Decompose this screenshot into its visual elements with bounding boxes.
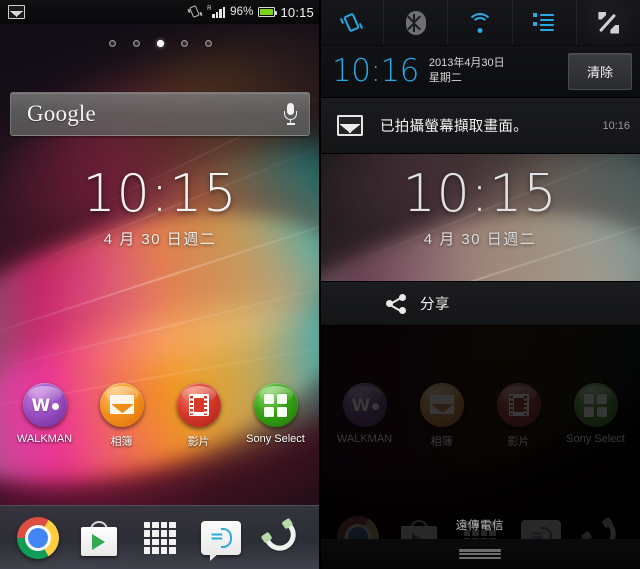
data-transfer-icon (533, 12, 555, 32)
app-label: 相簿 (110, 436, 133, 448)
photo-icon (8, 5, 25, 19)
status-bar[interactable]: R 96% 10:15 (0, 0, 320, 24)
phone-icon (261, 518, 302, 557)
quick-setting-bluetooth[interactable] (384, 0, 449, 45)
preview-clock: 10:15 (402, 164, 558, 224)
drag-handle-grip (459, 549, 501, 559)
walkman-icon: W (22, 383, 67, 427)
dock-item-messaging[interactable]: = (198, 515, 244, 561)
shade-date: 2013年4月30日 (428, 57, 505, 70)
clear-notifications-button[interactable]: 清除 (567, 53, 632, 90)
app-label: Sony Select (246, 433, 305, 445)
walkman-icon: W (342, 383, 387, 427)
screenshot-preview-image: 10:15 4 月 30 日週二 (320, 154, 640, 281)
vibrate-icon (339, 11, 363, 34)
page-indicator (0, 38, 320, 48)
vibrate-icon (187, 5, 203, 19)
shade-clock: 10:16 (332, 53, 419, 89)
panel-divider (319, 0, 321, 569)
dock-item-app-drawer[interactable] (137, 515, 183, 561)
page-dot-4[interactable] (180, 39, 188, 47)
quick-setting-wifi[interactable] (448, 0, 513, 45)
notification-icon-box (320, 115, 380, 136)
quick-setting-data[interactable] (513, 0, 577, 45)
clock-widget[interactable]: 10:15 4 月 30 日週二 (0, 168, 320, 249)
home-screen-panel: R 96% 10:15 Google 10:15 4 月 30 日週二 W WA… (0, 0, 320, 569)
tools-icon (596, 11, 620, 35)
messaging-icon: = (200, 520, 241, 561)
app-label: WALKMAN (336, 433, 393, 445)
notification-time: 10:16 (602, 119, 630, 132)
shade-weekday: 星期二 (428, 72, 462, 84)
share-action-button[interactable]: 分享 (320, 282, 640, 326)
dock: = (0, 505, 320, 569)
dock-item-phone[interactable] (259, 515, 305, 561)
page-dot-2[interactable] (132, 39, 140, 47)
app-label: WALKMAN (16, 433, 73, 445)
photo-icon (337, 115, 363, 136)
notification-text: 已拍攝螢幕擷取畫面。 (380, 119, 528, 135)
app-label: 影片 (187, 436, 210, 448)
app-movies[interactable]: 影片 (163, 383, 235, 449)
play-store-icon (79, 519, 119, 557)
status-bar-clock: 10:15 (280, 4, 314, 20)
home-app-row: W WALKMAN 相簿 影片 Sony Select (0, 383, 320, 449)
app-walkman[interactable]: W WALKMAN (9, 383, 81, 449)
app-drawer-icon (143, 521, 176, 554)
clock-widget-date: 4 月 30 日週二 (103, 231, 217, 248)
album-icon (99, 383, 144, 427)
notification-shade-panel: W WALKMAN 相簿 影片 Sony Select = 10:16 2013… (320, 0, 640, 569)
roaming-indicator: R (207, 5, 212, 12)
app-album[interactable]: 相簿 (86, 383, 158, 449)
quick-setting-settings[interactable] (577, 0, 640, 45)
shade-header: 10:16 2013年4月30日 星期二 清除 (320, 46, 640, 98)
battery-icon (258, 7, 278, 17)
carrier-name: 遠傳電信 (455, 520, 505, 532)
wifi-icon (467, 12, 493, 33)
movies-icon (176, 383, 221, 427)
shade-date-block: 2013年4月30日 星期二 (429, 57, 505, 86)
dock-item-chrome[interactable] (15, 515, 61, 561)
album-icon (419, 383, 464, 427)
page-dot-3[interactable] (156, 39, 164, 47)
google-search-widget[interactable]: Google (10, 92, 310, 136)
sony-select-icon (573, 383, 618, 427)
preview-date: 4 月 30 日週二 (423, 231, 537, 248)
screenshot-root: R 96% 10:15 Google 10:15 4 月 30 日週二 W WA… (0, 0, 640, 569)
dimmed-app-row: W WALKMAN 相簿 影片 Sony Select (320, 383, 640, 449)
app-label: 影片 (507, 436, 530, 448)
movies-icon (496, 383, 541, 427)
wallpaper (0, 0, 320, 569)
page-dot-5[interactable] (204, 39, 212, 47)
quick-setting-vibrate[interactable] (320, 0, 385, 45)
app-label: Sony Select (566, 433, 625, 445)
screenshot-preview[interactable]: 10:15 4 月 30 日週二 (320, 154, 640, 282)
share-label: 分享 (420, 297, 450, 313)
notification-item-screenshot[interactable]: 已拍攝螢幕擷取畫面。 10:16 (320, 98, 640, 154)
dock-item-play-store[interactable] (76, 515, 122, 561)
app-sony-select[interactable]: Sony Select (240, 383, 312, 449)
bluetooth-icon (405, 10, 426, 35)
clock-widget-time: 10:15 (82, 164, 238, 224)
signal-bars-icon: R (207, 5, 226, 18)
page-dot-1[interactable] (108, 39, 116, 47)
sony-select-icon (253, 383, 298, 427)
app-label: 相簿 (430, 436, 453, 448)
google-search-label: Google (27, 101, 96, 126)
quick-settings-bar (320, 0, 640, 46)
share-icon (386, 293, 406, 314)
battery-percent: 96% (230, 6, 254, 18)
microphone-icon[interactable] (284, 102, 297, 126)
chrome-icon (17, 516, 60, 559)
drag-handle[interactable] (320, 539, 640, 569)
